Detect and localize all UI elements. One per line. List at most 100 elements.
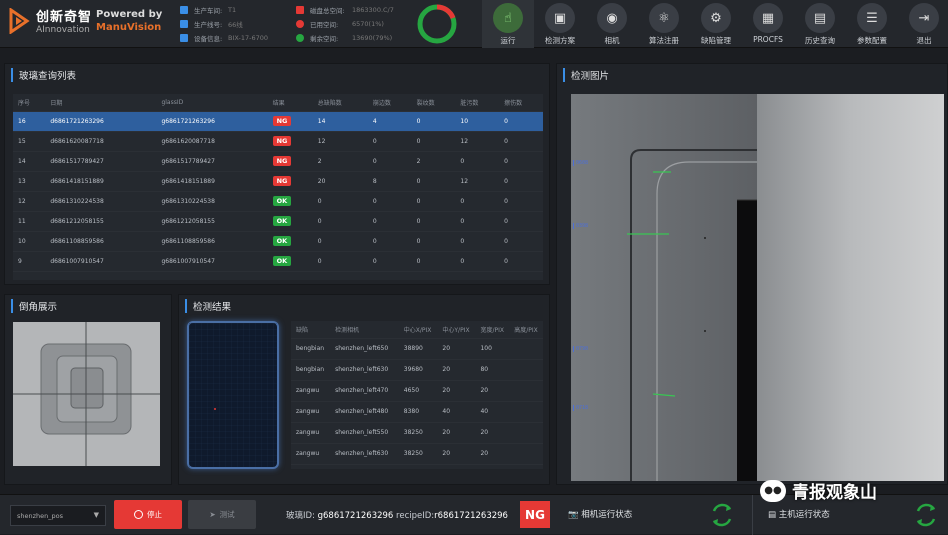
column-header[interactable]: 总缺陷数: [312, 94, 368, 112]
column-header[interactable]: 序号: [13, 94, 46, 112]
table-cell: [509, 338, 543, 360]
test-button[interactable]: ➤ 测试: [188, 500, 256, 529]
table-cell: 0: [367, 251, 412, 272]
table-cell: d6861721263296: [45, 111, 157, 132]
chamfer-title: 倒角展示: [11, 299, 57, 313]
column-header[interactable]: 缺陷: [291, 321, 331, 339]
column-header[interactable]: 中心Y/PIX: [437, 321, 476, 339]
toolbar-button-5[interactable]: ▦ PROCFS: [742, 0, 794, 48]
toolbar-label: 检测方案: [545, 36, 575, 45]
column-header[interactable]: glassID: [156, 94, 268, 112]
table-cell: 38250: [398, 422, 438, 444]
column-header[interactable]: 崩边数: [367, 94, 412, 112]
chamfer-panel: 倒角展示: [4, 294, 172, 485]
ruler-label: 0790: [573, 346, 588, 352]
info-value: 1863300.C/7: [352, 6, 394, 14]
free-space-icon: [296, 34, 304, 42]
table-cell: 9: [13, 251, 46, 272]
column-header[interactable]: 脏污数: [455, 94, 500, 112]
toolbar-button-2[interactable]: ◉ 相机: [586, 0, 638, 48]
table-row[interactable]: 16 d6861721263296 g6861721263296 NG 14 4 0 10 0: [13, 111, 543, 132]
toolbar-label: 历史查询: [805, 36, 835, 45]
watermark-text: 青报观象山: [792, 483, 877, 503]
chamfer-image[interactable]: [13, 322, 160, 466]
procfs-icon: ▦: [753, 3, 783, 33]
table-cell: 0: [499, 111, 543, 132]
table-cell: g6861007910547: [156, 251, 268, 272]
toolbar-button-6[interactable]: ▤ 历史查询: [794, 0, 846, 48]
table-row[interactable]: 10 d6861108859586 g6861108859586 OK 0 0 0 0 0: [13, 231, 543, 252]
table-cell: 38890: [398, 338, 438, 360]
table-row[interactable]: 12 d6861310224538 g6861310224538 OK 0 0 0 0 0: [13, 191, 543, 212]
table-cell: g6861108859586: [156, 231, 268, 252]
glass-preview[interactable]: [187, 321, 279, 469]
column-header[interactable]: 检测相机: [330, 321, 399, 339]
toolbar-label: 算法注册: [649, 36, 679, 45]
glass-list-table: 序号 日期 glassID 结果 总缺陷数 崩边数 裂纹数 脏污数 擦伤数 16 d6861721…: [13, 94, 543, 272]
column-header[interactable]: 高度/PIX: [509, 321, 543, 339]
table-cell: d6861108859586: [45, 231, 157, 252]
table-cell: 39680: [398, 359, 438, 381]
table-cell: 0: [411, 111, 456, 132]
table-row[interactable]: 11 d6861212058155 g6861212058155 OK 0 0 0 0 0: [13, 211, 543, 232]
result-cell: OK: [267, 211, 313, 232]
table-cell: bengbian: [291, 338, 331, 360]
table-row[interactable]: zangwu shenzhen_left470 4650 20 20: [291, 380, 543, 402]
ruler-label: 0608: [573, 160, 588, 166]
table-row[interactable]: zangwu shenzhen_left550 38250 20 20: [291, 422, 543, 444]
host-status: ▤ 主机运行状态: [768, 508, 830, 520]
table-cell: 40: [437, 401, 476, 423]
toolbar-button-3[interactable]: ⚛ 算法注册: [638, 0, 690, 48]
result-cell: NG: [267, 151, 313, 172]
table-row[interactable]: zangwu shenzhen_left480 8380 40 40: [291, 401, 543, 423]
column-header[interactable]: 日期: [45, 94, 157, 112]
detect-image[interactable]: 0608 0398 0790 0718: [571, 94, 944, 481]
toolbar-button-7[interactable]: ☰ 参数配置: [846, 0, 898, 48]
table-cell: 20: [475, 380, 510, 402]
column-header[interactable]: 裂纹数: [411, 94, 456, 112]
table-row[interactable]: zangwu shenzhen_left630 38250 20 20: [291, 443, 543, 465]
result-badge: NG: [272, 156, 292, 166]
table-cell: 0: [312, 231, 368, 252]
table-cell: 0: [499, 231, 543, 252]
table-row[interactable]: 13 d6861418151889 g6861418151889 NG 20 8 0 12 0: [13, 171, 543, 192]
table-cell: zangwu: [291, 380, 331, 402]
stop-button[interactable]: 停止: [114, 500, 182, 529]
table-cell: g6861310224538: [156, 191, 268, 212]
toolbar-button-4[interactable]: ⚙ 缺陷管理: [690, 0, 742, 48]
column-header[interactable]: 中心X/PIX: [398, 321, 438, 339]
camera-select[interactable]: shenzhen_pos ▼: [10, 505, 106, 526]
table-cell: 4: [367, 111, 412, 132]
table-cell: shenzhen_left630: [330, 443, 399, 465]
host-status-label: 主机运行状态: [778, 510, 830, 520]
table-cell: 12: [312, 131, 368, 152]
table-cell: 0: [499, 151, 543, 172]
result-badge: OK: [272, 216, 292, 226]
table-row[interactable]: 14 d6861517789427 g6861517789427 NG 2 0 2 0 0: [13, 151, 543, 172]
logo: 创新奇智 AInnovation: [8, 6, 92, 35]
toolbar-button-0[interactable]: ☝ 运行: [482, 0, 534, 48]
scheme-icon: ▣: [545, 3, 575, 33]
table-cell: 20: [475, 422, 510, 444]
table-cell: 0: [312, 251, 368, 272]
disk-info: 磁盘总空间: 1863300.C/7 已用空间: 6570(1%) 剩余空间: 136…: [296, 3, 394, 45]
line-info: 生产车间: T1 生产线号: 66线 设备信息: BIX-17-6700: [180, 3, 268, 45]
column-header[interactable]: 结果: [267, 94, 313, 112]
line-icon: [180, 20, 188, 28]
table-row[interactable]: bengbian shenzhen_left630 39680 20 80: [291, 359, 543, 381]
table-cell: 20: [475, 443, 510, 465]
history-icon: ▤: [805, 3, 835, 33]
table-row[interactable]: 15 d6861620087718 g6861620087718 NG 12 0 0 12 0: [13, 131, 543, 152]
table-cell: 20: [437, 359, 476, 381]
table-row[interactable]: 9 d6861007910547 g6861007910547 OK 0 0 0 0 0: [13, 251, 543, 272]
column-header[interactable]: 宽度/PIX: [475, 321, 510, 339]
table-cell: 8: [367, 171, 412, 192]
toolbar-label: 缺陷管理: [701, 36, 731, 45]
table-cell: 0: [312, 211, 368, 232]
column-header[interactable]: 擦伤数: [499, 94, 543, 112]
toolbar-button-1[interactable]: ▣ 检测方案: [534, 0, 586, 48]
table-row[interactable]: bengbian shenzhen_left650 38890 20 100: [291, 338, 543, 360]
table-cell: 2: [312, 151, 368, 172]
toolbar-button-8[interactable]: ⇥ 退出: [898, 0, 948, 48]
used-space-icon: [296, 20, 304, 28]
